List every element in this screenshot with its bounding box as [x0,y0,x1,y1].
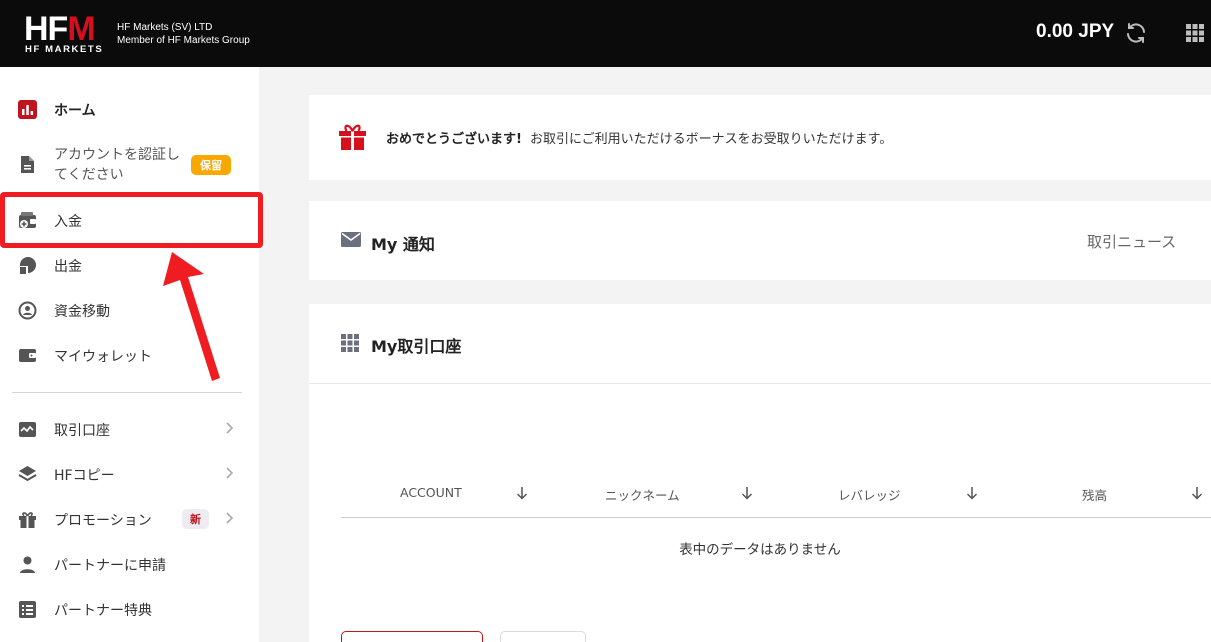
sidebar-item-label: HFコピー [54,468,115,484]
sidebar-item-verify-account[interactable]: アカウントを認証してください 保留 [0,139,259,191]
logo-text: HFM [24,10,96,48]
list-icon [19,601,36,618]
transfer-icon [18,301,37,320]
sidebar-item-partner-benefits[interactable]: パートナー特典 [0,589,259,629]
sort-down-icon[interactable] [1190,485,1204,501]
sidebar-item-label: 資金移動 [54,304,110,320]
pending-badge: 保留 [191,155,231,175]
sidebar-item-home[interactable]: ホーム [0,89,259,129]
primary-action-button[interactable] [341,631,483,642]
sidebar-item-label: 取引口座 [54,423,110,439]
wallet-icon [19,349,36,362]
bonus-congrats: おめでとうございます! [386,132,522,147]
table-header-divider [341,517,1211,518]
notifications-card: My 通知 取引ニュース [309,201,1211,280]
empty-table-message: 表中のデータはありません [679,542,841,558]
company-info: HF Markets (SV) LTD Member of HF Markets… [117,21,250,47]
person-icon [20,556,35,573]
card-separator [309,383,1211,384]
trading-accounts-card: My取引口座 ACCOUNT ニックネーム レバレッジ 残高 表中のデータはあり… [309,304,1211,604]
trading-accounts-title: My取引口座 [371,337,462,356]
chart-icon [18,100,37,119]
column-header-account[interactable]: ACCOUNT [400,485,462,500]
apps-grid-icon[interactable] [1185,23,1205,43]
company-group: Member of HF Markets Group [117,35,250,46]
sidebar-item-hf-copy[interactable]: HFコピー [0,454,259,494]
logo-subtext: HF MARKETS [25,44,104,55]
chevron-right-icon [226,422,234,434]
sidebar-item-label: マイウォレット [54,349,152,365]
withdraw-icon [19,256,36,274]
hfm-logo[interactable]: HFM HF MARKETS [24,12,108,56]
accounts-actions-bar [309,604,1211,642]
sidebar-item-label: アカウントを認証してください [54,147,180,183]
annotation-arrow-icon [163,252,220,381]
sidebar-item-label: ホーム [54,103,96,119]
sidebar-item-apply-partner[interactable]: パートナーに申請 [0,544,259,584]
bonus-description: お取引にご利用いただけるボーナスをお受取りいただけます。 [529,132,893,147]
new-badge: 新 [182,509,209,529]
sidebar-item-promotion[interactable]: プロモーション 新 [0,499,259,539]
sidebar-item-label: パートナーに申請 [54,558,166,574]
sidebar-item-label: パートナー特典 [54,603,152,619]
refresh-icon[interactable] [1124,21,1148,45]
column-header-leverage[interactable]: レバレッジ [838,485,901,504]
chevron-right-icon [226,512,234,524]
company-name: HF Markets (SV) LTD [117,22,213,33]
column-header-balance[interactable]: 残高 [1082,485,1107,504]
secondary-action-button[interactable] [500,631,586,642]
deposit-highlight-box [0,192,263,248]
mail-icon [341,232,361,247]
grid-icon [341,334,359,352]
trading-chart-icon [19,422,36,437]
sort-down-icon[interactable] [965,485,979,501]
sidebar-divider [12,392,242,393]
notifications-title: My 通知 [371,235,435,254]
bonus-card: おめでとうございます! お取引にご利用いただけるボーナスをお受取りいただけます。 [309,95,1211,180]
sort-down-icon[interactable] [740,485,754,501]
sidebar-item-trading-accounts[interactable]: 取引口座 [0,409,259,449]
gift-icon [339,124,366,150]
document-icon [21,156,34,173]
bonus-message: おめでとうございます! お取引にご利用いただけるボーナスをお受取りいただけます。 [386,128,892,147]
sidebar-item-label: プロモーション [54,513,152,529]
sort-down-icon[interactable] [515,485,529,501]
sidebar-item-label: 出金 [54,259,82,275]
column-header-nickname[interactable]: ニックネーム [605,485,680,504]
chevron-right-icon [226,467,234,479]
balance-display: 0.00 JPY [1036,21,1115,42]
gift-icon [19,512,36,528]
top-bar: HFM HF MARKETS HF Markets (SV) LTD Membe… [0,0,1211,67]
trading-news-link[interactable]: 取引ニュース [1087,231,1176,252]
layers-icon [18,466,37,482]
